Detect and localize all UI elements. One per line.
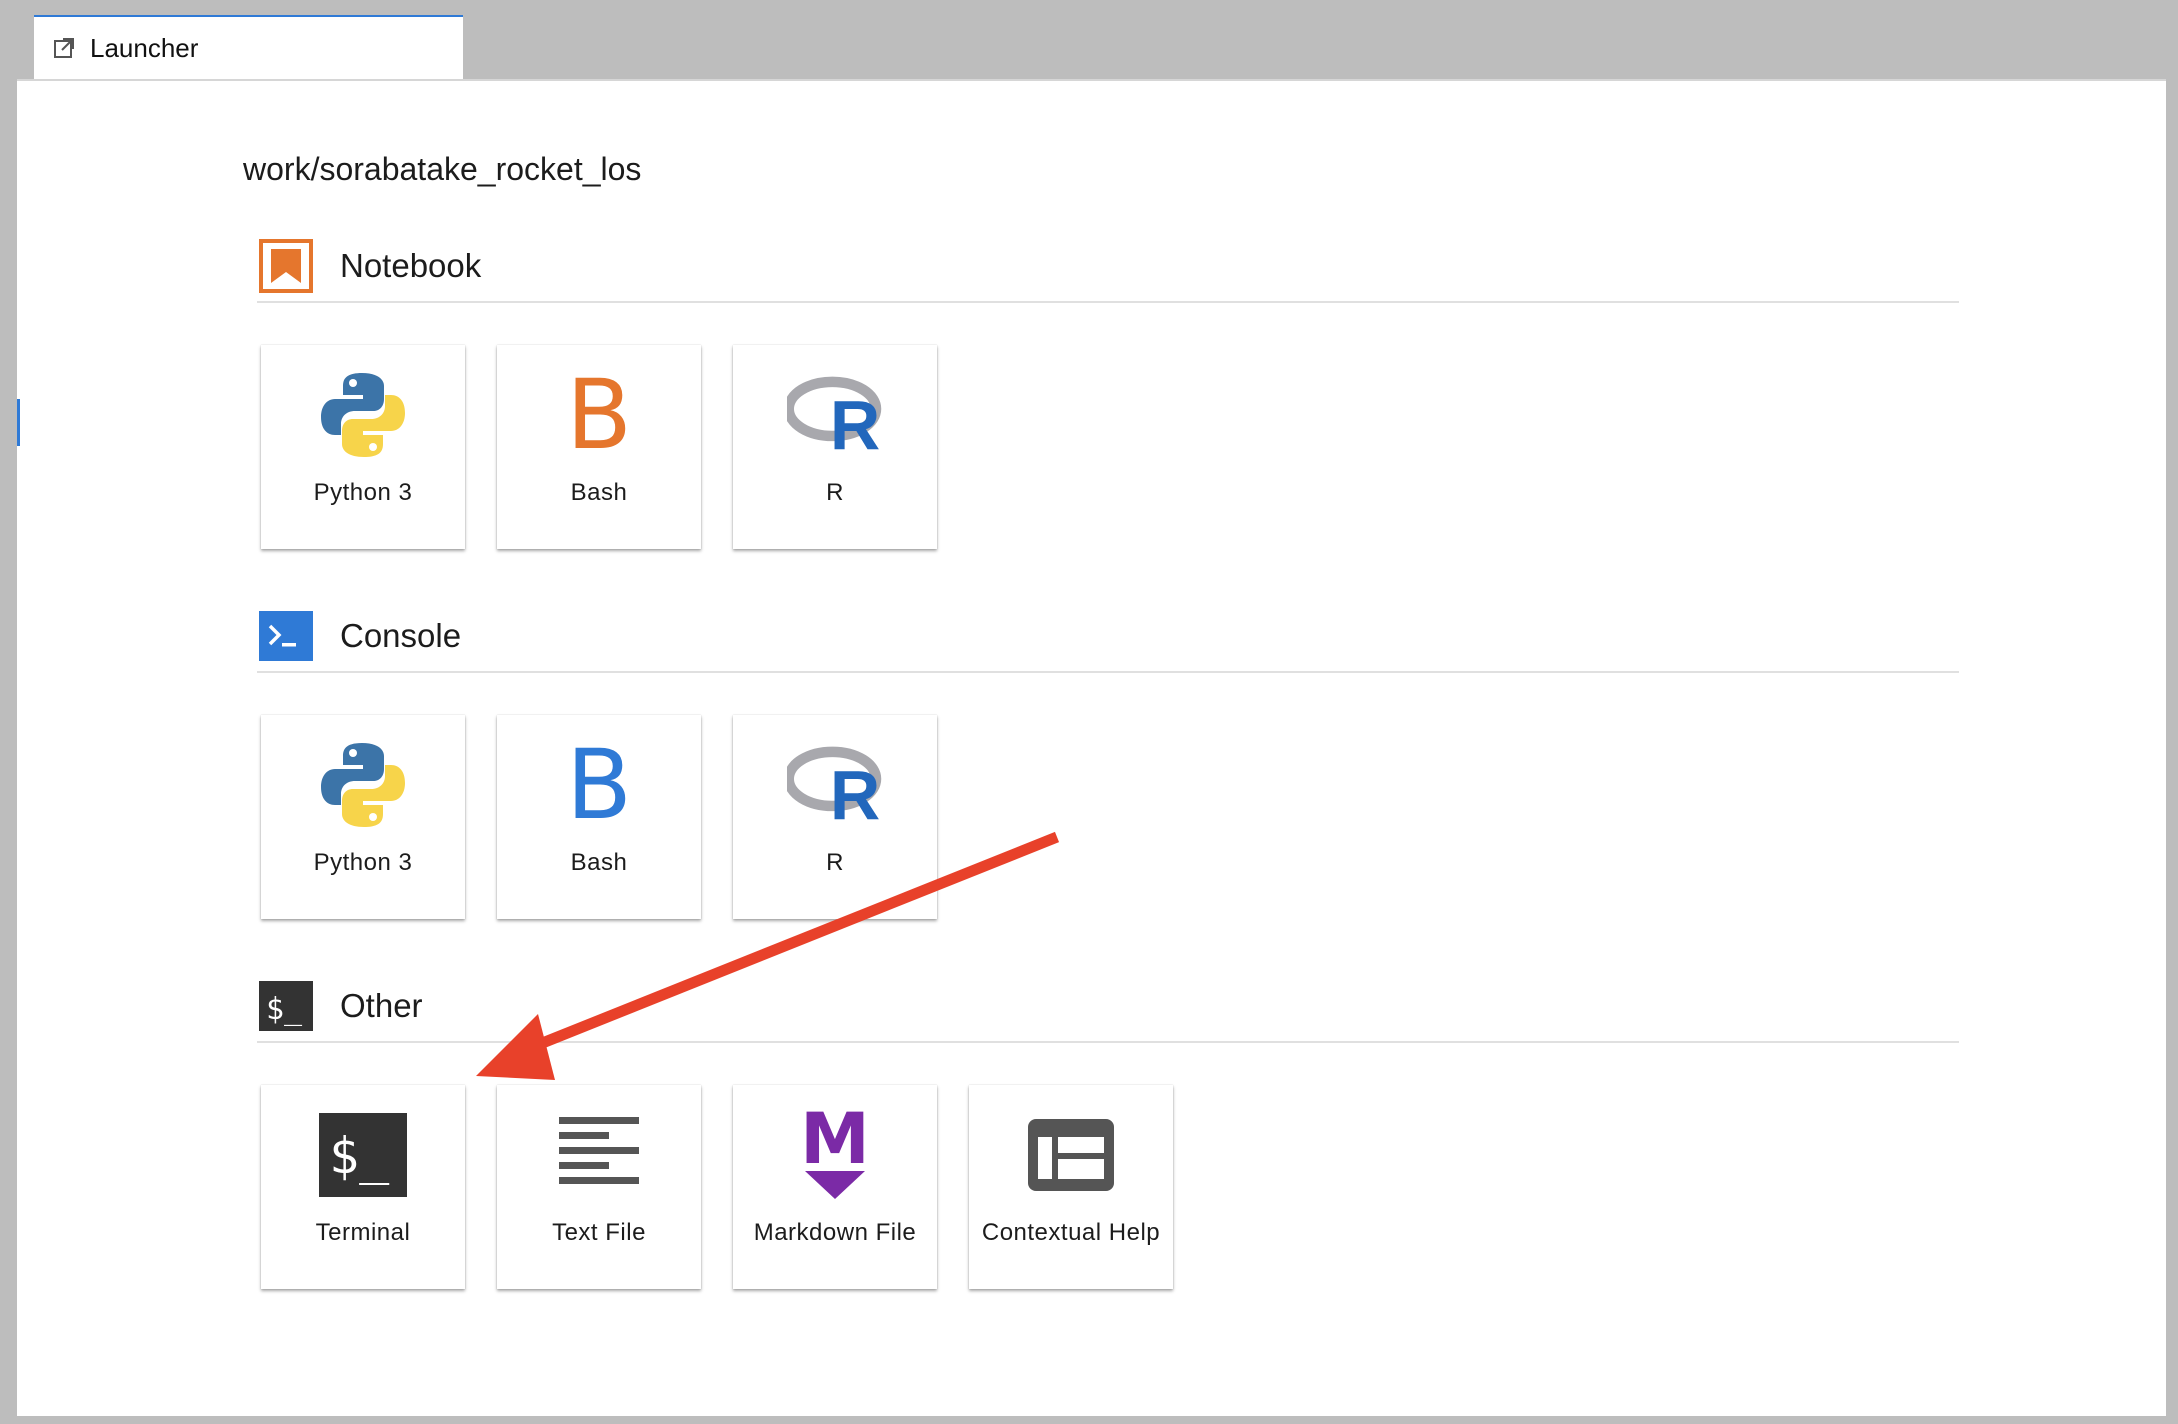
- launcher-notebook-bash[interactable]: B Bash: [497, 345, 701, 549]
- markdown-glyph: M: [800, 1105, 870, 1180]
- launcher-label: Bash: [570, 849, 628, 876]
- launcher-markdown-file[interactable]: M Markdown File: [733, 1085, 937, 1289]
- section-header-notebook: Notebook: [257, 231, 1959, 303]
- launcher-label: Python 3: [313, 479, 413, 506]
- launcher-label: R: [826, 479, 844, 506]
- launcher-label: Markdown File: [753, 1219, 917, 1246]
- launcher-label: Bash: [570, 479, 628, 506]
- section-header-console: Console: [257, 601, 1959, 673]
- launcher-label: Contextual Help: [981, 1219, 1161, 1246]
- r-glyph: R: [830, 756, 880, 830]
- section-header-other: $_ Other: [257, 971, 1959, 1043]
- launcher-console-r[interactable]: R R: [733, 715, 937, 919]
- terminal-glyph: $_: [266, 992, 303, 1027]
- contextual-help-icon: [1023, 1107, 1119, 1203]
- text-file-icon: [551, 1107, 647, 1203]
- launcher-panel: work/sorabatake_rocket_los Notebook Pyth…: [17, 79, 2166, 1416]
- terminal-icon: $_: [315, 1107, 411, 1203]
- terminal-glyph: $_: [329, 1127, 390, 1185]
- launcher-label: Text File: [552, 1219, 646, 1246]
- r-icon: R: [787, 367, 883, 463]
- other-launchers: $_ Terminal Text File M Markdown File Co…: [261, 1085, 1205, 1289]
- tab-bar: Launcher: [17, 0, 2168, 79]
- markdown-icon: M: [787, 1105, 883, 1203]
- current-directory-path: work/sorabatake_rocket_los: [243, 151, 642, 187]
- notebook-icon: [259, 239, 313, 293]
- section-title: Console: [340, 617, 462, 654]
- notebook-launchers: Python 3 B Bash R R: [261, 345, 969, 549]
- section-title: Notebook: [340, 247, 482, 284]
- r-icon: R: [787, 737, 883, 833]
- section-title: Other: [340, 987, 423, 1024]
- console-launchers: Python 3 B Bash R R: [261, 715, 969, 919]
- tab-label: Launcher: [90, 32, 199, 63]
- r-glyph: R: [830, 386, 880, 460]
- launcher-text-file[interactable]: Text File: [497, 1085, 701, 1289]
- python-icon: [315, 367, 411, 463]
- launcher-contextual-help[interactable]: Contextual Help: [969, 1085, 1173, 1289]
- launcher-notebook-python3[interactable]: Python 3: [261, 345, 465, 549]
- launcher-terminal[interactable]: $_ Terminal: [261, 1085, 465, 1289]
- python-icon: [315, 737, 411, 833]
- bash-icon: B: [566, 359, 632, 471]
- tab-launcher[interactable]: Launcher: [34, 15, 463, 79]
- launcher-label: Terminal: [315, 1219, 411, 1246]
- bash-icon: B: [566, 729, 632, 841]
- terminal-icon: $_: [259, 979, 313, 1033]
- launcher-console-bash[interactable]: B Bash: [497, 715, 701, 919]
- launch-icon: [52, 36, 76, 60]
- launcher-console-python3[interactable]: Python 3: [261, 715, 465, 919]
- sidebar-edge-marker: [17, 399, 20, 446]
- launcher-label: R: [826, 849, 844, 876]
- console-icon: [259, 609, 313, 663]
- launcher-label: Python 3: [313, 849, 413, 876]
- launcher-notebook-r[interactable]: R R: [733, 345, 937, 549]
